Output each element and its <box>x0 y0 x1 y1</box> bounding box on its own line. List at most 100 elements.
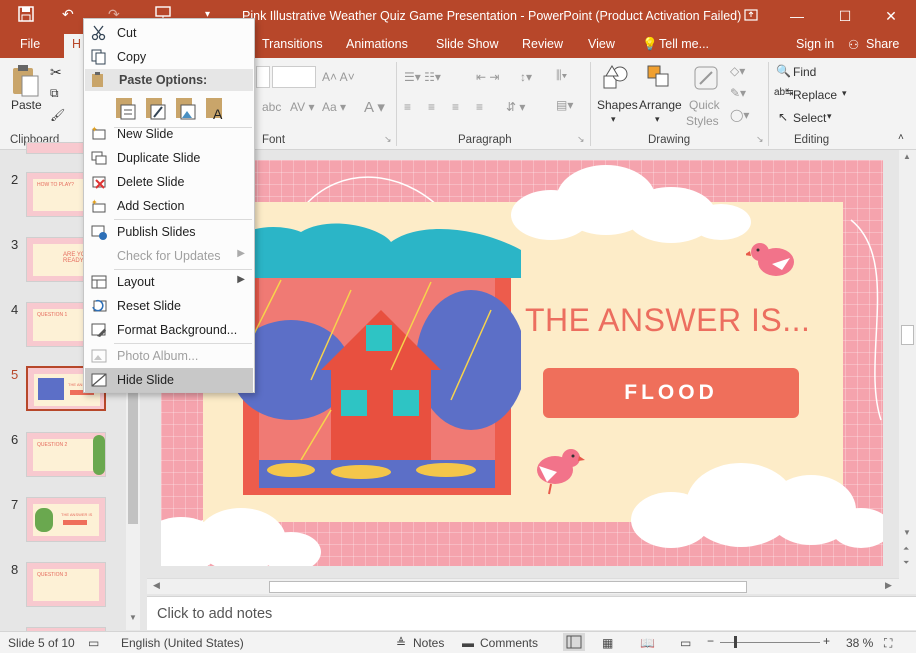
menu-item-copy[interactable]: Copy <box>85 45 253 69</box>
align-left-icon[interactable]: ≡ <box>404 100 411 114</box>
slide-thumbnail[interactable]: QUESTION 3 <box>26 562 106 607</box>
replace-button[interactable]: Replace <box>793 88 837 102</box>
menu-item-reset-slide[interactable]: Reset Slide <box>85 294 253 318</box>
spell-check-icon[interactable]: ▭ <box>88 636 99 650</box>
menu-item-new-slide[interactable]: ✦ New Slide <box>85 122 253 146</box>
shape-fill-icon[interactable]: ◇▾ <box>730 64 745 78</box>
notes-button[interactable]: Notes <box>413 636 444 650</box>
comments-icon[interactable]: ▬ <box>462 636 474 650</box>
slideshow-view-icon[interactable]: ▭ <box>680 636 691 650</box>
shape-effects-icon[interactable]: ◯▾ <box>730 108 749 122</box>
notes-placeholder[interactable]: Click to add notes <box>157 606 272 622</box>
slide-thumbnail[interactable]: THE ANSWER IS <box>26 497 106 542</box>
scroll-down-icon[interactable]: ▼ <box>903 528 911 537</box>
columns-icon[interactable]: ⫼▾ <box>556 68 567 83</box>
fit-slide-icon[interactable]: ⛶ <box>884 636 892 651</box>
scroll-down-icon[interactable]: ▼ <box>129 613 137 622</box>
menu-item-check-for-updates[interactable]: Check for Updates ▶ <box>85 244 253 268</box>
paste-keep-source-formatting-icon[interactable] <box>144 95 168 121</box>
increase-font-icon[interactable]: A˄ A˅ <box>322 70 355 84</box>
font-name-box[interactable] <box>256 66 270 88</box>
char-spacing-icon[interactable]: AV ▾ <box>290 100 314 114</box>
share-button[interactable]: Share <box>866 37 899 51</box>
strikethrough-icon[interactable]: abc <box>262 100 281 114</box>
sign-in-link[interactable]: Sign in <box>796 37 834 51</box>
arrange-button[interactable]: Arrange <box>639 98 682 112</box>
scrollbar-thumb[interactable] <box>128 374 138 524</box>
reading-view-icon[interactable]: 📖 <box>640 636 655 650</box>
menu-item-duplicate-slide[interactable]: Duplicate Slide <box>85 146 253 170</box>
indent-icons[interactable]: ⇤ ⇥ <box>476 70 499 84</box>
shapes-icon[interactable] <box>602 64 630 92</box>
undo-icon[interactable]: ↶ <box>62 6 74 23</box>
tab-animations[interactable]: Animations <box>346 37 408 51</box>
smartart-icon[interactable]: ▤▾ <box>556 98 573 112</box>
normal-view-icon[interactable] <box>563 633 585 651</box>
save-icon[interactable] <box>18 6 34 25</box>
paste-use-destination-theme-icon[interactable] <box>114 95 138 121</box>
arrange-icon[interactable] <box>646 64 674 92</box>
font-color-icon[interactable]: A ▾ <box>364 98 385 116</box>
justify-icon[interactable]: ≡ <box>476 100 483 114</box>
language-indicator[interactable]: English (United States) <box>121 636 244 650</box>
quick-styles-icon[interactable] <box>692 64 720 92</box>
share-icon[interactable]: ⚇ <box>848 37 859 52</box>
paste-as-picture-icon[interactable] <box>174 95 198 121</box>
minimize-icon[interactable]: — <box>774 0 820 32</box>
align-center-icon[interactable]: ≡ <box>428 100 435 114</box>
next-slide-icon[interactable]: ⏷ <box>903 558 909 568</box>
menu-item-add-section[interactable]: ✦ Add Section <box>85 194 253 218</box>
find-icon[interactable]: 🔍 <box>776 64 791 78</box>
scroll-up-icon[interactable]: ▲ <box>903 152 911 161</box>
zoom-slider-handle[interactable] <box>734 636 737 648</box>
menu-item-delete-slide[interactable]: Delete Slide <box>85 170 253 194</box>
tab-view[interactable]: View <box>588 37 615 51</box>
menu-item-publish-slides[interactable]: Publish Slides <box>85 220 253 244</box>
editor-horizontal-scrollbar[interactable]: ◀ ▶ <box>147 578 899 594</box>
bullets-icon[interactable]: ☰▾ ☷▾ <box>404 70 441 84</box>
shape-outline-icon[interactable]: ✎▾ <box>730 86 746 100</box>
ribbon-display-options-icon[interactable] <box>728 0 774 32</box>
zoom-out-icon[interactable]: − <box>707 634 714 648</box>
menu-item-format-background[interactable]: Format Background... <box>85 318 253 342</box>
notes-icon[interactable]: ≜ <box>396 636 406 650</box>
slide-headline[interactable]: THE ANSWER IS... <box>525 302 810 339</box>
quick-styles-button-line2[interactable]: Styles <box>686 114 719 128</box>
paste-keep-text-only-icon[interactable]: A <box>204 95 228 122</box>
shapes-button[interactable]: Shapes <box>597 98 638 112</box>
slide-counter[interactable]: Slide 5 of 10 <box>8 636 75 650</box>
change-case-icon[interactable]: Aa ▾ <box>322 100 346 114</box>
font-size-box[interactable] <box>272 66 316 88</box>
drawing-dialog-launcher-icon[interactable]: ↘ <box>756 134 764 145</box>
find-button[interactable]: Find <box>793 65 816 79</box>
slide-canvas[interactable]: THE ANSWER IS... FLOOD <box>161 160 883 566</box>
copy-icon[interactable]: ⧉ <box>50 86 59 101</box>
menu-item-cut[interactable]: Cut <box>85 21 253 45</box>
line-spacing-icon[interactable]: ↕▾ <box>520 70 532 84</box>
menu-item-photo-album[interactable]: Photo Album... <box>85 344 253 368</box>
close-icon[interactable]: ✕ <box>868 0 914 32</box>
select-cursor-icon[interactable]: ↖ <box>778 110 788 124</box>
replace-icon[interactable]: ab↹ <box>774 87 794 98</box>
select-button[interactable]: Select <box>793 111 826 125</box>
quick-styles-button[interactable]: Quick <box>689 98 720 112</box>
scroll-right-icon[interactable]: ▶ <box>885 580 892 591</box>
tab-slide-show[interactable]: Slide Show <box>436 37 499 51</box>
zoom-in-icon[interactable]: + <box>823 634 830 648</box>
tell-me-search[interactable]: Tell me... <box>659 37 709 51</box>
previous-slide-icon[interactable]: ⏶ <box>903 544 909 554</box>
answer-box[interactable]: FLOOD <box>543 368 799 418</box>
cut-icon[interactable]: ✂ <box>50 64 62 81</box>
menu-item-hide-slide[interactable]: Hide Slide <box>85 368 253 392</box>
paste-icon[interactable] <box>10 64 40 97</box>
collapse-ribbon-icon[interactable]: ˄ <box>898 132 904 143</box>
text-direction-icon[interactable]: ⇵ ▾ <box>506 100 525 114</box>
editor-vertical-scrollbar[interactable]: ▲ ▼ ⏶ ⏷ <box>899 150 916 594</box>
tab-review[interactable]: Review <box>522 37 563 51</box>
tab-file[interactable]: File <box>20 37 40 51</box>
zoom-level[interactable]: 38 % <box>846 636 873 650</box>
tab-transitions[interactable]: Transitions <box>262 37 323 51</box>
paragraph-dialog-launcher-icon[interactable]: ↘ <box>577 134 585 145</box>
comments-button[interactable]: Comments <box>480 636 538 650</box>
paste-button[interactable]: Paste <box>11 98 42 112</box>
